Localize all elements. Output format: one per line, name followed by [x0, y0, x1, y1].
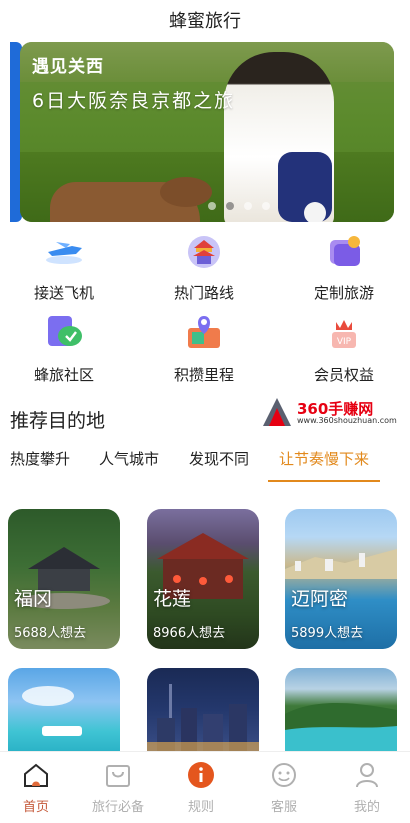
service-airport-transfer[interactable]: 接送飞机 [4, 228, 124, 308]
banner-pagination [208, 202, 270, 210]
active-tab-indicator [268, 480, 380, 482]
destination-card-hualien[interactable]: 花莲 8966人想去 [147, 509, 259, 649]
banner-title: 6日大阪奈良京都之旅 [32, 90, 236, 112]
vip-crown-icon: VIP [322, 310, 366, 354]
nav-customer-service[interactable]: 客服 [243, 760, 325, 815]
custom-tour-icon [322, 228, 366, 272]
pagination-dot-active[interactable] [226, 202, 234, 210]
banner-tag: 遇见关西 [32, 57, 104, 77]
tab-trending[interactable]: 热度攀升 [10, 448, 70, 469]
pagination-dot[interactable] [208, 202, 216, 210]
nav-travel-essentials[interactable]: 旅行必备 [77, 760, 159, 815]
destination-card-miami[interactable]: 迈阿密 5899人想去 [285, 509, 397, 649]
promo-banner[interactable]: 遇见关西 6日大阪奈良京都之旅 [20, 42, 394, 222]
support-face-icon [269, 760, 299, 790]
pagination-dot[interactable] [262, 202, 270, 210]
tab-discover[interactable]: 发现不同 [189, 448, 249, 469]
app-title: 蜂蜜旅行 [169, 11, 241, 32]
service-hot-routes[interactable]: 热门路线 [144, 228, 264, 308]
home-icon [21, 760, 51, 790]
destination-card-city-night[interactable] [147, 668, 259, 752]
pagination-dot[interactable] [244, 202, 252, 210]
destination-card-fukuoka[interactable]: 福冈 5688人想去 [8, 509, 120, 649]
profile-icon [352, 760, 382, 790]
plane-pickup-icon [42, 228, 86, 272]
destination-card-island[interactable] [285, 668, 397, 752]
temple-route-icon [182, 228, 226, 272]
deer-head-image [160, 177, 212, 207]
bottom-navigation: 首页 旅行必备 规则 客服 我的 [0, 751, 410, 823]
destination-tabs: 热度攀升 人气城市 发现不同 让节奏慢下来 [0, 440, 410, 484]
tab-popular-cities[interactable]: 人气城市 [99, 448, 159, 469]
info-icon [186, 760, 216, 790]
destination-card-beach[interactable] [8, 668, 120, 752]
service-community[interactable]: 蜂旅社区 [4, 310, 124, 390]
nav-home[interactable]: 首页 [0, 760, 77, 815]
watermark-logo: 360手赚网 www.360shouzhuan.com [257, 394, 407, 430]
recommended-destinations-title: 推荐目的地 [10, 410, 106, 432]
mileage-map-icon [182, 310, 226, 354]
svg-text:VIP: VIP [337, 337, 352, 347]
service-custom-tour[interactable]: 定制旅游 [284, 228, 404, 308]
tab-slow-travel[interactable]: 让节奏慢下来 [279, 448, 369, 469]
bag-icon [103, 760, 133, 790]
nav-mine[interactable]: 我的 [326, 760, 408, 815]
service-mileage[interactable]: 积攒里程 [144, 310, 264, 390]
community-chat-icon [42, 310, 86, 354]
nav-rules[interactable]: 规则 [160, 760, 242, 815]
service-vip-benefits[interactable]: VIP 会员权益 [284, 310, 404, 390]
